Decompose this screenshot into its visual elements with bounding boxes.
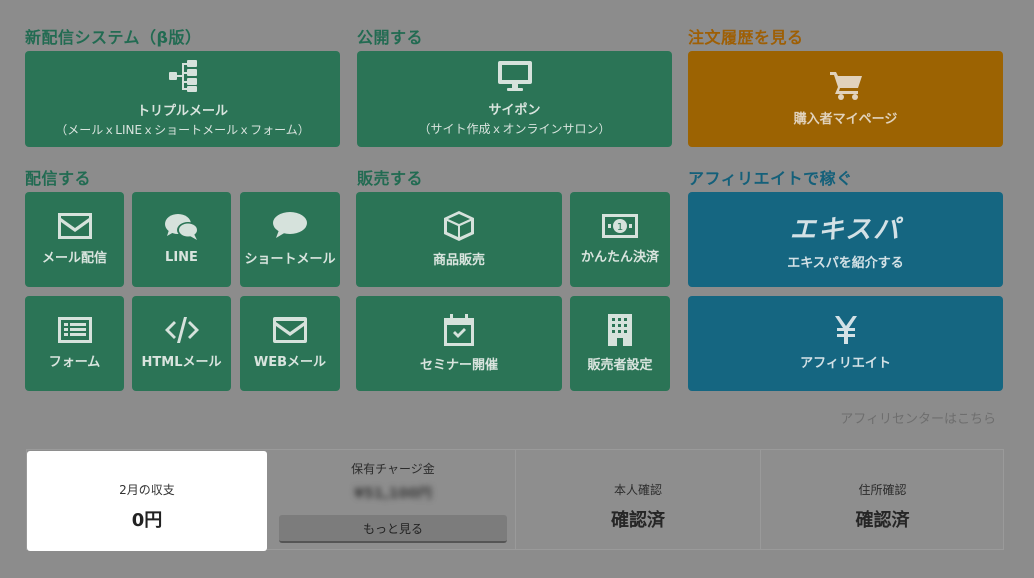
product-sales-tile[interactable]: 商品販売: [356, 192, 562, 287]
exispa-logo: エキスパ: [789, 214, 902, 245]
more-button[interactable]: もっと見る: [279, 515, 507, 543]
section-title-publish: 公開する: [357, 28, 424, 47]
easy-payment-label: かんたん決済: [580, 250, 659, 265]
triple-mail-tile[interactable]: トリプルメール （メールｘLINEｘショートメールｘフォーム）: [25, 51, 340, 147]
triple-mail-sub: （メールｘLINEｘショートメールｘフォーム）: [55, 123, 310, 137]
speech-bubble-icon: [273, 212, 307, 240]
charge-label: 保有チャージ金: [351, 462, 435, 476]
seller-settings-label: 販売者設定: [587, 358, 653, 373]
seller-settings-tile[interactable]: 販売者設定: [570, 296, 670, 391]
section-title-new-delivery: 新配信システム（β版）: [25, 28, 202, 47]
html-mail-label: HTMLメール: [141, 355, 222, 370]
box-icon: [444, 211, 474, 241]
charge-value: ¥51,100円: [354, 486, 432, 502]
exispa-label: エキスパを紹介する: [787, 255, 904, 271]
easy-payment-tile[interactable]: 1 かんたん決済: [570, 192, 670, 287]
sitemap-icon: [168, 60, 197, 92]
section-title-order-history: 注文履歴を見る: [688, 28, 804, 47]
triple-mail-label: トリプルメール: [136, 104, 228, 119]
section-title-affiliate: アフィリエイトで稼ぐ: [688, 169, 853, 188]
saipon-sub: （サイト作成ｘオンラインサロン）: [418, 122, 611, 136]
code-icon: [164, 317, 199, 343]
charge-stat: 保有チャージ金 ¥51,100円 もっと見る: [271, 450, 516, 549]
address-stat: 住所確認 確認済: [761, 450, 1004, 549]
monitor-icon: [497, 61, 532, 91]
exispa-tile[interactable]: エキスパ エキスパを紹介する: [688, 192, 1003, 287]
web-mail-label: WEBメール: [253, 355, 327, 370]
address-value: 確認済: [855, 510, 910, 531]
building-icon: [608, 314, 632, 346]
income-stat[interactable]: 2月の収支 0円: [27, 451, 267, 551]
seminar-label: セミナー開催: [419, 358, 498, 373]
affiliate-center-link[interactable]: アフィリセンターはこちら: [840, 408, 996, 427]
mail-delivery-tile[interactable]: メール配信: [25, 192, 124, 287]
mail-delivery-label: メール配信: [41, 251, 107, 266]
sms-tile[interactable]: ショートメール: [240, 192, 340, 287]
cart-icon: [829, 71, 862, 100]
income-value: 0円: [131, 510, 163, 531]
seminar-tile[interactable]: セミナー開催: [356, 296, 562, 391]
affiliate-label: アフィリエイト: [800, 356, 891, 371]
section-title-sell: 販売する: [357, 169, 424, 188]
income-label: 2月の収支: [119, 483, 175, 497]
calendar-check-icon: [444, 314, 474, 346]
chat-icon: [164, 214, 199, 242]
line-label: LINE: [165, 250, 198, 265]
buyer-page-tile[interactable]: 購入者マイページ: [688, 51, 1003, 147]
envelope-icon: [57, 213, 92, 239]
sms-label: ショートメール: [244, 252, 336, 267]
money-icon: 1: [602, 214, 638, 238]
envelope-icon: [273, 317, 307, 343]
web-mail-tile[interactable]: WEBメール: [240, 296, 340, 391]
affiliate-tile[interactable]: アフィリエイト: [688, 296, 1003, 391]
yen-icon: [834, 316, 857, 344]
saipon-tile[interactable]: サイポン （サイト作成ｘオンラインサロン）: [357, 51, 672, 147]
address-label: 住所確認: [858, 483, 907, 497]
form-label: フォーム: [48, 355, 101, 370]
buyer-page-label: 購入者マイページ: [793, 111, 898, 127]
product-sales-label: 商品販売: [432, 253, 485, 268]
saipon-label: サイポン: [488, 103, 541, 118]
identity-stat: 本人確認 確認済: [516, 450, 761, 549]
svg-text:1: 1: [617, 222, 623, 233]
form-icon: [57, 317, 92, 343]
form-tile[interactable]: フォーム: [25, 296, 124, 391]
section-title-deliver: 配信する: [25, 169, 92, 188]
html-mail-tile[interactable]: HTMLメール: [132, 296, 231, 391]
identity-label: 本人確認: [613, 483, 662, 497]
identity-value: 確認済: [611, 510, 665, 531]
line-tile[interactable]: LINE: [132, 192, 231, 287]
